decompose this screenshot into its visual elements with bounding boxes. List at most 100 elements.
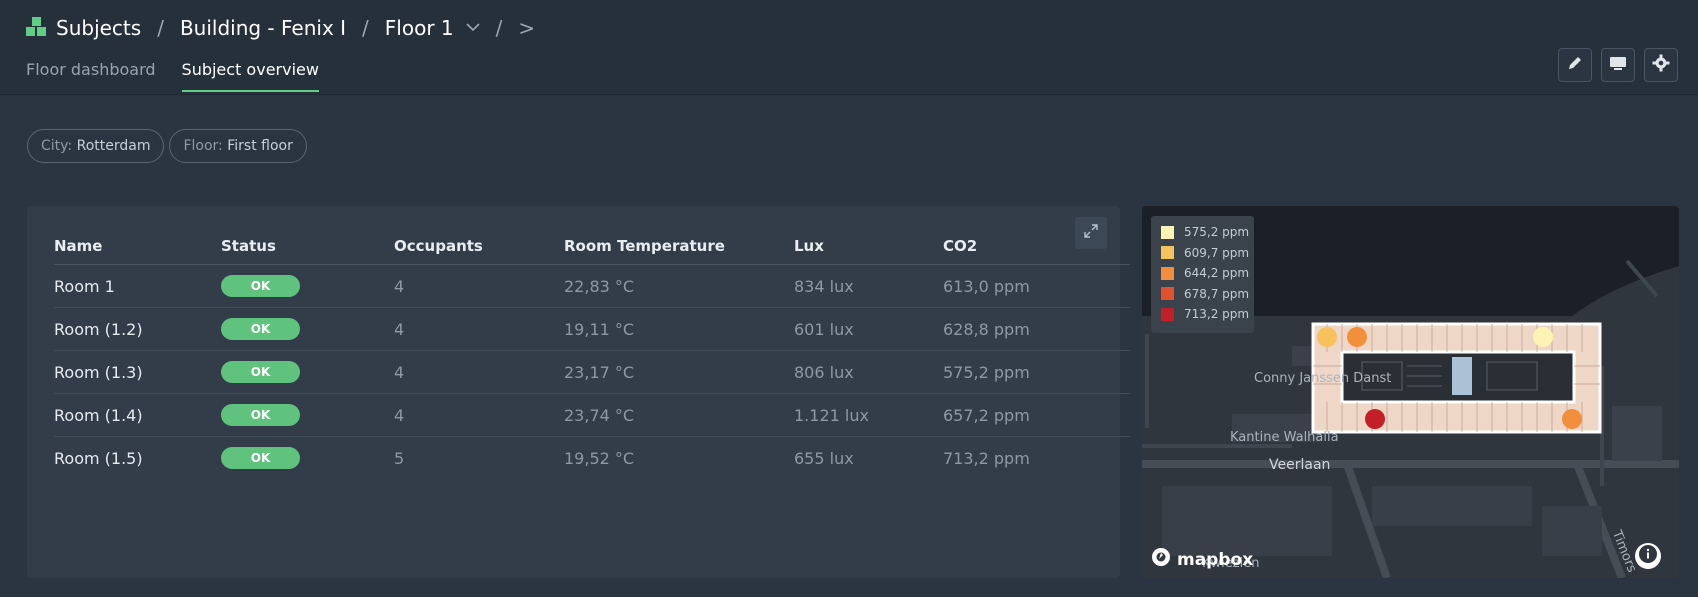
subjects-icon	[26, 17, 48, 39]
pencil-icon	[1567, 55, 1583, 75]
breadcrumb-separator: /	[362, 16, 369, 40]
sensor-point[interactable]	[1347, 327, 1367, 347]
cell-temperature: 23,74 °C	[564, 393, 794, 437]
status-badge: OK	[221, 404, 300, 426]
cell-name: Room 1	[54, 264, 221, 308]
legend-label: 644,2 ppm	[1184, 266, 1250, 281]
edit-button[interactable]	[1558, 48, 1592, 82]
column-header-name[interactable]: Name	[54, 228, 221, 265]
cell-name: Room (1.2)	[54, 307, 221, 351]
column-header-co2[interactable]: CO2	[943, 228, 1130, 265]
legend-label: 575,2 ppm	[1184, 225, 1250, 240]
floor-map[interactable]: Conny Janssen Danst Kantine Walhalla Vee…	[1142, 206, 1679, 578]
breadcrumb-more[interactable]: >	[518, 16, 535, 40]
cell-name: Room (1.4)	[54, 393, 221, 437]
legend-item: 713,2 ppm	[1161, 304, 1254, 325]
settings-button[interactable]	[1644, 48, 1678, 82]
legend-swatch	[1161, 307, 1174, 321]
cell-status: OK	[221, 437, 394, 480]
filter-value: First floor	[227, 138, 293, 154]
status-badge: OK	[221, 275, 300, 297]
map-label-veerlaan: Veerlaan	[1269, 457, 1331, 473]
filter-chip-city[interactable]: City: Rotterdam	[27, 129, 165, 163]
legend-label: 609,7 ppm	[1184, 245, 1250, 260]
cell-occupants: 4	[394, 307, 564, 351]
filter-chip-floor[interactable]: Floor: First floor	[169, 129, 307, 163]
legend-item: 609,7 ppm	[1161, 243, 1254, 264]
cell-name: Room (1.3)	[54, 350, 221, 394]
sensor-point[interactable]	[1533, 327, 1553, 347]
table-header-row: Name Status Occupants Room Temperature L…	[54, 228, 1130, 265]
breadcrumb-label: Subjects	[56, 16, 142, 40]
info-icon	[1638, 544, 1658, 568]
legend-swatch	[1161, 266, 1174, 280]
tab-subject-overview[interactable]: Subject overview	[181, 54, 319, 92]
filter-bar: City: Rotterdam Floor: First floor	[27, 129, 307, 163]
cell-lux: 655 lux	[794, 448, 854, 468]
tab-floor-dashboard[interactable]: Floor dashboard	[26, 54, 156, 94]
monitor-icon	[1609, 55, 1627, 75]
mapbox-logo[interactable]: mapbox	[1151, 547, 1253, 572]
cell-occupants: 4	[394, 350, 564, 394]
cell-occupants: 4	[394, 393, 564, 437]
header-actions	[1558, 48, 1678, 82]
cell-lux: 1.121 lux	[794, 393, 943, 437]
table-row[interactable]: Room (1.5) OK 5 19,52 °C 655 lux 713,2 p…	[54, 437, 1130, 480]
filter-key: Floor:	[183, 138, 223, 154]
cell-temperature: 19,11 °C	[564, 307, 794, 351]
cell-co2: 657,2 ppm	[943, 393, 1130, 437]
table-row[interactable]: Room (1.2) OK 4 19,11 °C 601 lux 628,8 p…	[54, 307, 1130, 351]
gear-icon	[1652, 54, 1670, 76]
breadcrumb-floor[interactable]: Floor 1	[385, 16, 480, 40]
table-row[interactable]: Room 1 OK 4 22,83 °C 834 lux 613,0 ppm	[54, 264, 1130, 308]
breadcrumb-building[interactable]: Building - Fenix I	[180, 16, 346, 40]
breadcrumb-label: Building - Fenix I	[179, 16, 347, 40]
column-header-occupants[interactable]: Occupants	[394, 228, 564, 265]
status-badge: OK	[221, 361, 300, 383]
map-info-button[interactable]	[1635, 543, 1661, 569]
legend-label: 678,7 ppm	[1184, 286, 1250, 301]
page-header: Subjects / Building - Fenix I / Floor 1 …	[0, 0, 1698, 95]
legend-swatch	[1161, 287, 1174, 301]
column-header-status[interactable]: Status	[221, 228, 394, 265]
breadcrumb-separator: /	[495, 16, 503, 40]
cell-occupants: 4	[394, 264, 564, 308]
sensor-point[interactable]	[1317, 327, 1337, 347]
subject-table-card: Name Status Occupants Room Temperature L…	[27, 206, 1130, 578]
legend-item: 678,7 ppm	[1161, 284, 1254, 305]
subject-table: Name Status Occupants Room Temperature L…	[54, 228, 1130, 479]
cell-co2: 575,2 ppm	[943, 350, 1130, 394]
sensor-point[interactable]	[1365, 409, 1385, 429]
column-header-temperature[interactable]: Room Temperature	[564, 228, 794, 265]
breadcrumb-subjects[interactable]: Subjects	[26, 16, 141, 40]
filter-key: City:	[41, 138, 73, 154]
tab-bar: Floor dashboard Subject overview	[26, 54, 319, 94]
map-label-kantine: Kantine Walhalla	[1230, 430, 1339, 445]
column-header-lux[interactable]: Lux	[794, 228, 943, 265]
cell-lux: 834 lux	[794, 264, 943, 308]
cell-name: Room (1.5)	[54, 448, 143, 468]
cell-co2: 713,2 ppm	[943, 448, 1030, 468]
cell-temperature: 22,83 °C	[564, 264, 794, 308]
cell-co2: 628,8 ppm	[943, 307, 1130, 351]
map-label-conny: Conny Janssen Danst	[1254, 371, 1392, 386]
chevron-down-icon	[466, 20, 480, 36]
mapbox-icon	[1151, 547, 1171, 572]
status-badge: OK	[221, 447, 300, 469]
cell-status: OK	[221, 393, 394, 437]
cell-occupants: 5	[394, 448, 405, 468]
display-button[interactable]	[1601, 48, 1635, 82]
table-row[interactable]: Room (1.4) OK 4 23,74 °C 1.121 lux 657,2…	[54, 393, 1130, 437]
cell-lux: 806 lux	[794, 350, 943, 394]
legend-item: 644,2 ppm	[1161, 263, 1254, 284]
status-badge: OK	[221, 318, 300, 340]
breadcrumb-label: Floor 1	[384, 16, 454, 40]
cell-status: OK	[221, 307, 394, 351]
table-row[interactable]: Room (1.3) OK 4 23,17 °C 806 lux 575,2 p…	[54, 350, 1130, 394]
cell-temperature: 23,17 °C	[564, 350, 794, 394]
breadcrumb-separator: /	[157, 16, 164, 40]
map-legend: 575,2 ppm 609,7 ppm 644,2 ppm 678,7 ppm …	[1151, 216, 1254, 333]
legend-label: 713,2 ppm	[1184, 307, 1250, 322]
sensor-point[interactable]	[1562, 409, 1582, 429]
breadcrumb: Subjects / Building - Fenix I / Floor 1 …	[26, 14, 551, 42]
